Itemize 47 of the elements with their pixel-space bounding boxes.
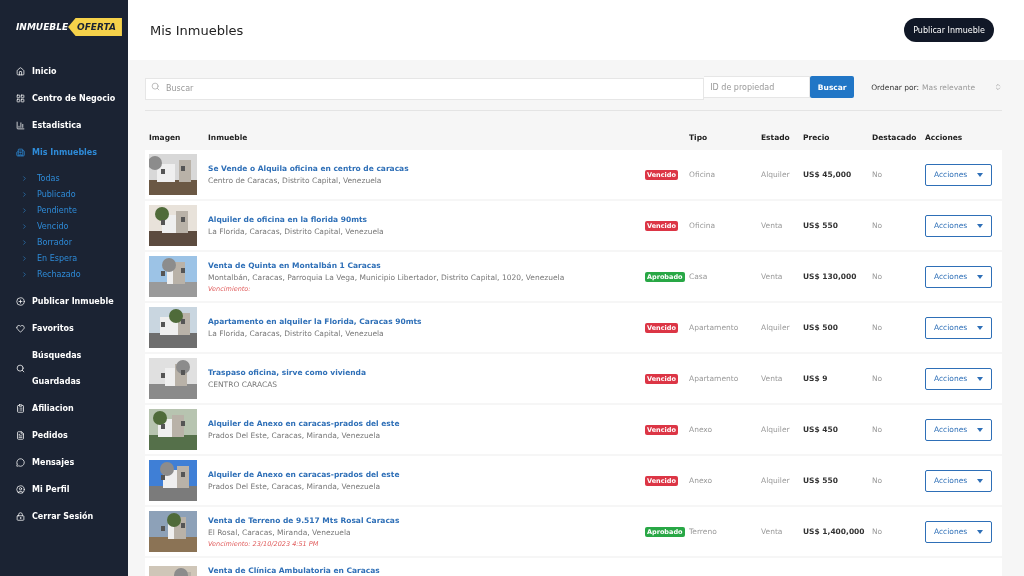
search-icon xyxy=(151,82,160,91)
sidebar-item[interactable]: Centro de Negocio xyxy=(16,85,128,112)
sidebar-item[interactable]: Búsquedas Guardadas xyxy=(16,342,128,395)
page-title: Mis Inmuebles xyxy=(150,22,244,38)
sidebar-subitem[interactable]: Vencido xyxy=(16,218,128,234)
lock-icon xyxy=(16,512,25,521)
heart-icon xyxy=(16,324,25,333)
building-icon xyxy=(16,148,25,157)
sort-icon xyxy=(994,83,1002,91)
sidebar-item[interactable]: Publicar Inmueble xyxy=(16,288,128,315)
caret-icon xyxy=(977,478,983,483)
plus-circle-icon xyxy=(16,297,25,306)
sidebar-subitem[interactable]: En Espera xyxy=(16,250,128,266)
clipboard-icon xyxy=(16,404,25,413)
property-id-field[interactable]: ID de propiedad xyxy=(704,76,811,98)
logo-tag: OFERTA xyxy=(68,18,122,36)
sidebar-item[interactable]: Mi Perfil xyxy=(16,476,128,503)
search-icon xyxy=(16,364,25,373)
caret-icon xyxy=(977,325,983,330)
caret-icon xyxy=(977,223,983,228)
sidebar-item[interactable]: Inicio xyxy=(16,58,128,85)
document-icon xyxy=(16,431,25,440)
sidebar-subitem[interactable]: Borrador xyxy=(16,234,128,250)
logo-text: INMUEBLE xyxy=(16,22,69,32)
sidebar-item[interactable]: Mensajes xyxy=(16,449,128,476)
chat-icon xyxy=(16,458,25,467)
sidebar-subitem[interactable]: Publicado xyxy=(16,186,128,202)
search-field[interactable]: Buscar xyxy=(145,77,705,100)
sidebar-item[interactable]: Cerrar Sesión xyxy=(16,503,128,530)
bar-chart-icon xyxy=(16,121,25,130)
caret-icon xyxy=(977,274,983,279)
caret-icon xyxy=(977,427,983,432)
sidebar-item[interactable]: Estadistica xyxy=(16,112,128,139)
publish-button[interactable]: Publicar Inmueble xyxy=(904,18,994,42)
grid-icon xyxy=(16,94,25,103)
sidebar-subitem[interactable]: Todas xyxy=(16,170,128,186)
home-icon xyxy=(16,67,25,76)
sidebar-subitem[interactable]: Pendiente xyxy=(16,202,128,218)
caret-icon xyxy=(977,172,983,177)
sidebar-item[interactable]: Pedidos xyxy=(16,422,128,449)
sidebar-subitem[interactable]: Rechazado xyxy=(16,266,128,282)
sidebar-item[interactable]: Afiliacion xyxy=(16,395,128,422)
sidebar-item[interactable]: Favoritos xyxy=(16,315,128,342)
caret-icon xyxy=(977,529,983,534)
user-icon xyxy=(16,485,25,494)
caret-icon xyxy=(977,376,983,381)
sidebar-item[interactable]: Mis Inmuebles xyxy=(16,139,128,166)
